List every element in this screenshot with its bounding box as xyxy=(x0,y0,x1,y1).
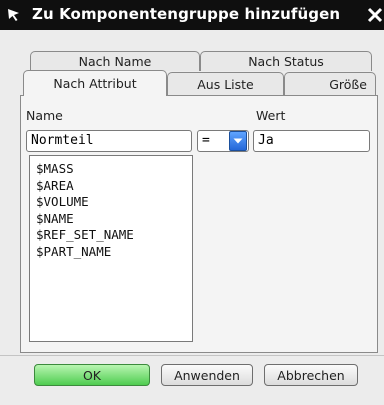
list-item[interactable]: $REF_SET_NAME xyxy=(30,227,192,244)
operator-dropdown-button[interactable] xyxy=(229,131,247,151)
close-icon[interactable] xyxy=(366,6,384,24)
cancel-button[interactable]: Abbrechen xyxy=(264,364,358,386)
tab-nach-status[interactable]: Nach Status xyxy=(200,51,372,71)
name-field[interactable]: Normteil xyxy=(26,130,192,152)
list-item[interactable]: $MASS xyxy=(30,161,192,178)
tab-label: Nach Attribut xyxy=(53,76,137,91)
tab-label: Aus Liste xyxy=(197,77,254,92)
apply-button[interactable]: Anwenden xyxy=(161,364,253,386)
list-item[interactable]: $NAME xyxy=(30,211,192,228)
operator-value: = xyxy=(202,133,210,148)
ok-label: OK xyxy=(82,367,102,383)
tab-label: Nach Name xyxy=(78,54,152,69)
chevron-down-icon xyxy=(233,138,243,144)
divider xyxy=(0,355,384,356)
value-field[interactable]: Ja xyxy=(253,130,370,152)
tab-aus-liste[interactable]: Aus Liste xyxy=(167,72,284,96)
window-title: Zu Komponentengruppe hinzufügen xyxy=(32,5,341,23)
selection-arrow-icon xyxy=(8,9,19,21)
tab-nach-name[interactable]: Nach Name xyxy=(30,51,200,71)
list-item[interactable]: $PART_NAME xyxy=(30,244,192,261)
title-bar: Zu Komponentengruppe hinzufügen xyxy=(0,0,384,30)
value-label: Wert xyxy=(256,108,286,123)
attribute-list[interactable]: $MASS $AREA $VOLUME $NAME $REF_SET_NAME … xyxy=(29,155,193,342)
list-item[interactable]: $AREA xyxy=(30,178,192,195)
tab-groesse[interactable]: Größe xyxy=(284,72,376,96)
apply-label: Anwenden xyxy=(174,367,240,383)
tab-nach-attribut[interactable]: Nach Attribut xyxy=(23,70,167,96)
ok-button[interactable]: OK xyxy=(34,364,150,386)
tab-label: Nach Status xyxy=(248,54,324,69)
cancel-label: Abbrechen xyxy=(277,367,345,383)
name-label: Name xyxy=(26,108,63,123)
tab-label: Größe xyxy=(329,77,367,92)
list-item[interactable]: $VOLUME xyxy=(30,194,192,211)
